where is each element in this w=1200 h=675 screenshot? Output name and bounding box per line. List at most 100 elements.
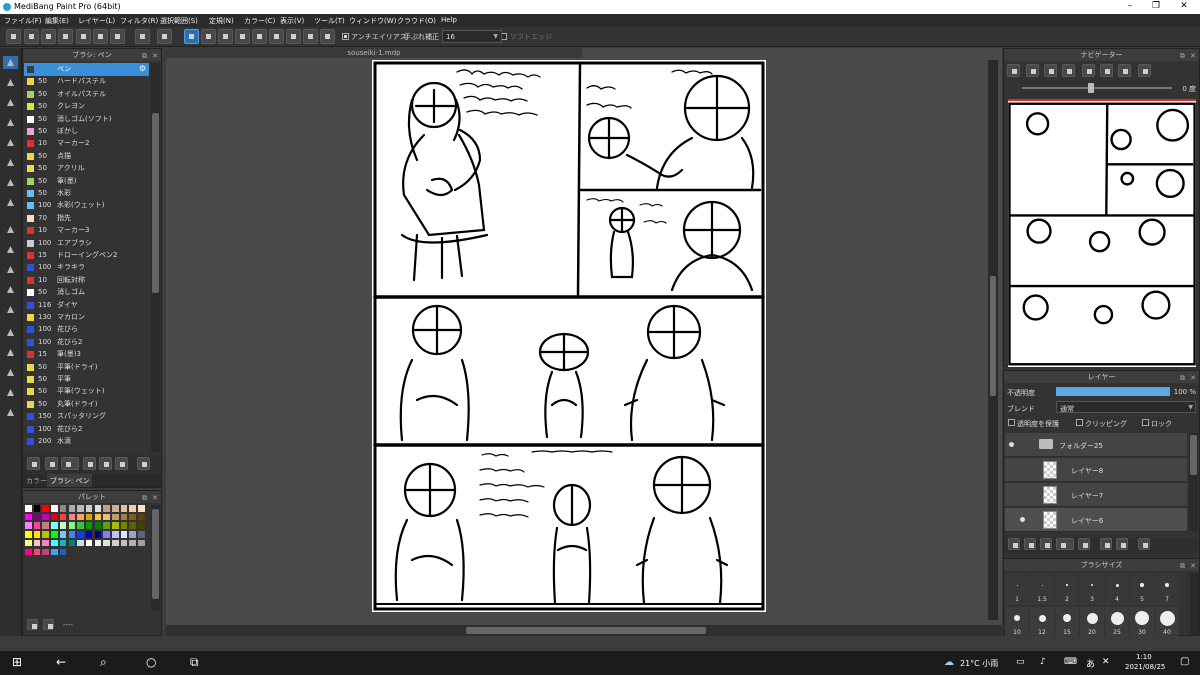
palette-swatch[interactable] bbox=[59, 539, 67, 547]
select-eraser-icon[interactable] bbox=[3, 303, 18, 316]
brush-item[interactable]: 50 オイルパステル bbox=[24, 88, 149, 101]
new-layer-icon[interactable] bbox=[1008, 538, 1020, 550]
brush-size-option[interactable]: 1.5 bbox=[1030, 574, 1054, 605]
palette-swatch[interactable] bbox=[33, 522, 41, 529]
brush-size-option[interactable]: 25 bbox=[1105, 607, 1129, 638]
canvas-hscrollbar[interactable] bbox=[166, 625, 1002, 636]
brush-size-option[interactable]: 4 bbox=[1105, 574, 1129, 605]
brush-item[interactable]: 70 指先 bbox=[24, 212, 149, 225]
maximize-button[interactable]: ❐ bbox=[1150, 1, 1162, 11]
menu-edit[interactable]: 編集(E) bbox=[45, 16, 69, 26]
brush-size-option[interactable]: 30 bbox=[1130, 607, 1154, 638]
palette-swatch[interactable] bbox=[33, 548, 41, 556]
brush-size-option[interactable]: 2 bbox=[1055, 574, 1079, 605]
concentric-snap-icon[interactable] bbox=[320, 29, 335, 44]
notification-icon[interactable]: ▢ bbox=[1180, 656, 1189, 667]
palette-swatch[interactable] bbox=[103, 505, 110, 512]
palette-swatch[interactable] bbox=[51, 531, 58, 538]
palette-swatch[interactable] bbox=[68, 513, 76, 521]
cross-snap-icon[interactable] bbox=[218, 29, 233, 44]
marquee-tool-icon[interactable] bbox=[3, 223, 18, 236]
palette-swatch[interactable] bbox=[42, 513, 49, 521]
palette-swatch[interactable] bbox=[112, 539, 119, 547]
canvas-vscrollbar[interactable] bbox=[988, 60, 998, 620]
menu-cloud[interactable]: クラウド(O) bbox=[397, 16, 436, 26]
palette-swatch[interactable] bbox=[94, 505, 102, 512]
select-brush-icon[interactable] bbox=[3, 283, 18, 296]
brush-item[interactable]: 100 花びら2 bbox=[24, 423, 149, 436]
brush-item[interactable]: 50 点描 bbox=[24, 150, 149, 163]
slider-handle[interactable] bbox=[1088, 83, 1094, 93]
palette-swatch[interactable] bbox=[103, 539, 110, 547]
move-tool-icon[interactable] bbox=[3, 136, 18, 149]
brush-item[interactable]: 100 エアブラシ bbox=[24, 237, 149, 250]
trash-icon[interactable] bbox=[1138, 538, 1150, 550]
ellipse-snap-icon[interactable] bbox=[303, 29, 318, 44]
palette-swatch[interactable] bbox=[77, 513, 84, 521]
fit-icon[interactable] bbox=[1044, 64, 1057, 77]
undo-icon[interactable] bbox=[135, 29, 150, 44]
copy-icon[interactable] bbox=[115, 457, 128, 470]
palette-swatch[interactable] bbox=[33, 505, 41, 512]
trash-icon[interactable] bbox=[137, 457, 150, 470]
palette-swatch[interactable] bbox=[120, 531, 128, 538]
brush-item[interactable]: 130 マカロン bbox=[24, 311, 149, 324]
palette-swatch[interactable] bbox=[33, 513, 41, 521]
back-arrow-icon[interactable]: ← bbox=[56, 655, 66, 669]
magic-wand-icon[interactable] bbox=[3, 263, 18, 276]
palette-swatch[interactable] bbox=[68, 539, 76, 547]
palette-swatch[interactable] bbox=[25, 539, 32, 547]
curve-snap-icon[interactable] bbox=[286, 29, 301, 44]
rotate-left-icon[interactable] bbox=[1082, 64, 1095, 77]
rect-tool-icon[interactable] bbox=[3, 156, 18, 169]
palette-swatch[interactable] bbox=[85, 522, 93, 529]
layer-folder-row[interactable]: フォルダー25 bbox=[1005, 433, 1187, 457]
minimize-button[interactable]: – bbox=[1124, 1, 1136, 11]
brush-scrollbar[interactable] bbox=[151, 63, 160, 453]
parallel-snap-icon[interactable] bbox=[201, 29, 216, 44]
scroll-thumb[interactable] bbox=[1190, 435, 1197, 475]
brush-size-option[interactable]: 15 bbox=[1055, 607, 1079, 638]
eraser-tool-icon[interactable] bbox=[3, 76, 18, 89]
float-icon[interactable]: ⧉ bbox=[1180, 560, 1185, 572]
list-icon[interactable] bbox=[93, 29, 108, 44]
close-button[interactable]: ✕ bbox=[1178, 1, 1190, 11]
new-8bit-layer-icon[interactable] bbox=[1040, 538, 1052, 550]
palette-swatch[interactable] bbox=[112, 513, 119, 521]
palette-swatch[interactable] bbox=[85, 539, 93, 547]
palette-swatch[interactable] bbox=[68, 522, 76, 529]
stabilizer-select[interactable]: 16 ▼ bbox=[442, 30, 502, 43]
scroll-thumb[interactable] bbox=[152, 509, 159, 599]
ime-mode[interactable]: あ bbox=[1086, 657, 1095, 670]
palette-swatch[interactable] bbox=[59, 513, 67, 521]
blend-select[interactable]: 通常 ▼ bbox=[1056, 401, 1196, 413]
circle-snap-icon[interactable] bbox=[269, 29, 284, 44]
palette-swatch[interactable] bbox=[138, 505, 145, 512]
palette-swatch[interactable] bbox=[42, 539, 49, 547]
menu-window[interactable]: ウィンドウ(W) bbox=[349, 16, 396, 26]
volume-icon[interactable]: ♪ bbox=[1040, 657, 1046, 667]
brush-size-option[interactable]: 10 bbox=[1005, 607, 1029, 638]
palette-swatch[interactable] bbox=[42, 522, 49, 529]
palette-swatch[interactable] bbox=[94, 522, 102, 529]
menu-select[interactable]: 選択範囲(S) bbox=[160, 16, 198, 26]
duplicate-icon[interactable] bbox=[1100, 538, 1112, 550]
bucket-tool-icon[interactable] bbox=[3, 176, 18, 189]
palette-swatch[interactable] bbox=[25, 531, 32, 538]
palette-swatch[interactable] bbox=[25, 522, 32, 529]
brush-settings-icon[interactable] bbox=[27, 457, 40, 470]
palette-swatch[interactable] bbox=[112, 505, 119, 512]
float-icon[interactable]: ⧉ bbox=[1180, 50, 1185, 62]
folder-icon[interactable] bbox=[1078, 538, 1090, 550]
palette-swatch[interactable] bbox=[103, 513, 110, 521]
visibility-eye-icon[interactable] bbox=[1020, 517, 1025, 522]
palette-swatch[interactable] bbox=[129, 513, 136, 521]
menu-layer[interactable]: レイヤー(L) bbox=[78, 16, 115, 26]
palette-swatch[interactable] bbox=[112, 531, 119, 538]
brush-prop-icon[interactable] bbox=[83, 457, 96, 470]
add-layer-menu-icon[interactable] bbox=[1056, 538, 1074, 550]
merge-icon[interactable] bbox=[1116, 538, 1128, 550]
task-view-icon[interactable]: ⧉ bbox=[190, 655, 199, 670]
brush-item[interactable]: 50 クレヨン bbox=[24, 100, 149, 113]
weather-icon[interactable]: ☁ bbox=[944, 657, 954, 668]
